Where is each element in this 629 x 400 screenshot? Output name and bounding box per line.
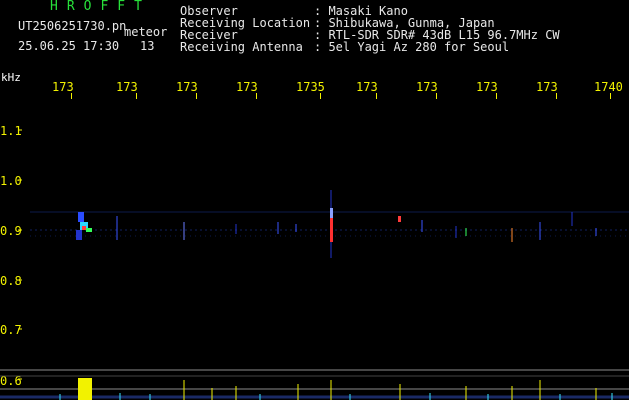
meteor-echoes	[76, 190, 597, 258]
noise-band	[30, 211, 629, 237]
echo-blob	[78, 212, 84, 222]
y-axis-ticks	[18, 129, 22, 380]
echo-blob	[86, 228, 92, 232]
echo-blob	[398, 216, 401, 222]
echo-blob	[330, 208, 333, 218]
signal-strip	[0, 369, 629, 400]
echo-blob	[330, 218, 333, 242]
echo-blob	[76, 230, 82, 240]
signal-spike	[78, 378, 92, 400]
spectrogram-plot	[0, 129, 629, 400]
echo-blob	[82, 226, 86, 230]
